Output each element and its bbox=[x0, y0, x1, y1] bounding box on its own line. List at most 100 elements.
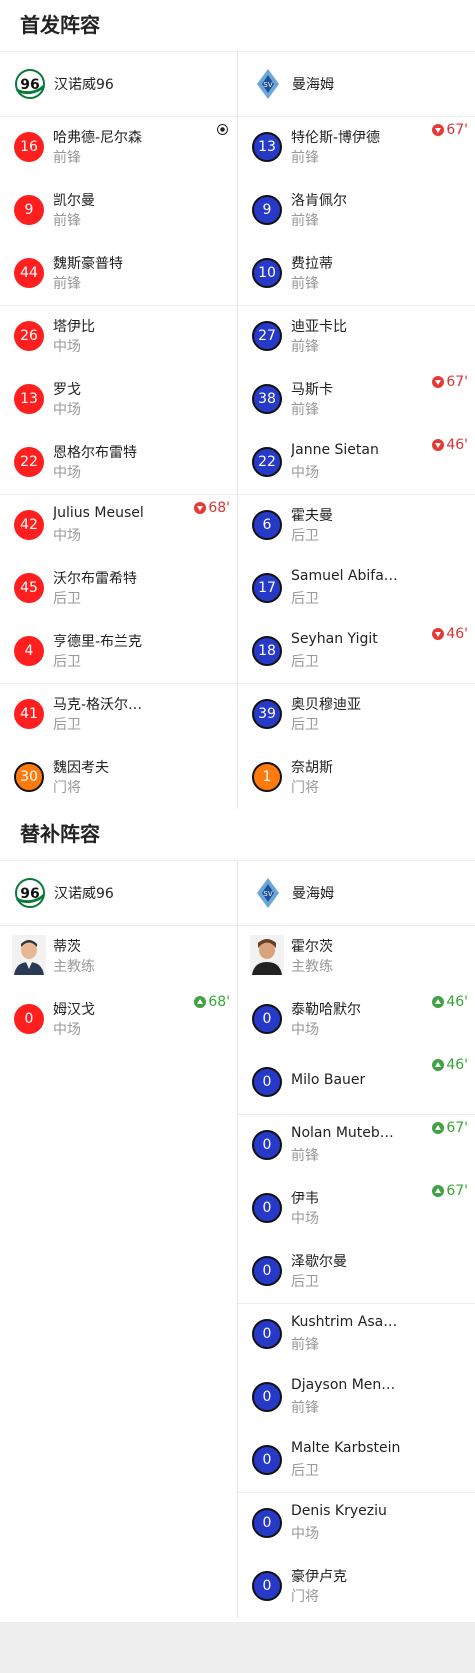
player-row[interactable]: 39 奥贝穆迪亚 后卫 bbox=[238, 683, 475, 746]
player-name: 迪亚卡比 bbox=[291, 319, 347, 335]
jersey-number: 13 bbox=[252, 132, 282, 162]
player-row[interactable]: 17 Samuel Abifade 后卫 bbox=[238, 557, 475, 620]
player-name: 奈胡斯 bbox=[291, 760, 333, 776]
jersey-number: 9 bbox=[252, 195, 282, 225]
player-row[interactable]: 4 亨德里-布兰克 后卫 bbox=[0, 620, 237, 683]
player-position: 后卫 bbox=[53, 654, 81, 670]
player-position: 后卫 bbox=[291, 591, 319, 607]
player-row[interactable]: 9 洛肯佩尔 前锋 bbox=[238, 179, 475, 242]
starting-lineup-title: 首发阵容 bbox=[0, 0, 475, 52]
player-row[interactable]: 38 马斯卡 前锋 67' bbox=[238, 368, 475, 431]
player-name: 哈弗德-尼尔森 bbox=[53, 130, 143, 146]
player-name: 凯尔曼 bbox=[53, 193, 95, 209]
sub-player-row[interactable]: 0 Denis Kryeziu 中场 bbox=[238, 1492, 475, 1555]
player-row[interactable]: 26 塔伊比 中场 bbox=[0, 305, 237, 368]
coach-avatar bbox=[12, 935, 46, 975]
coach-role: 主教练 bbox=[53, 959, 95, 975]
player-row[interactable]: 45 沃尔布雷希特 后卫 bbox=[0, 557, 237, 620]
sub-player-row[interactable]: 0 泽歇尔曼 后卫 bbox=[238, 1240, 475, 1303]
jersey-number: 0 bbox=[252, 1382, 282, 1412]
sub-player-row[interactable]: 0 Milo Bauer 46' bbox=[238, 1051, 475, 1114]
player-row[interactable]: 22 恩格尔布雷特 中场 bbox=[0, 431, 237, 494]
player-name: Seyhan Yigit bbox=[291, 631, 378, 647]
sub-in-arrow-icon bbox=[432, 1122, 445, 1134]
coach-name: 霍尔茨 bbox=[291, 939, 333, 955]
jersey-number: 0 bbox=[252, 1319, 282, 1349]
player-position: 中场 bbox=[291, 1022, 319, 1038]
sub-out-arrow-icon bbox=[194, 502, 207, 514]
home-team-header[interactable]: 96 汉诺威96 bbox=[0, 52, 237, 116]
player-name: 伊韦 bbox=[291, 1191, 319, 1207]
jersey-number: 0 bbox=[252, 1004, 282, 1034]
player-name: Julius Meusel bbox=[53, 505, 144, 521]
player-row[interactable]: 10 费拉蒂 前锋 bbox=[238, 242, 475, 305]
away-starting-column: SV 曼海姆 13 特伦斯-博伊德 前锋 67' 9 洛肯佩尔 前锋 10 费拉蒂 前锋 27 迪亚卡… bbox=[237, 52, 475, 809]
player-row[interactable]: 16 哈弗德-尼尔森 前锋 bbox=[0, 116, 237, 179]
player-row[interactable]: 42 Julius Meusel 中场 68' bbox=[0, 494, 237, 557]
player-position: 前锋 bbox=[53, 276, 81, 292]
sub-out-event: 46' bbox=[432, 437, 468, 453]
jersey-number: 18 bbox=[252, 636, 282, 666]
away-team-header-subs[interactable]: SV 曼海姆 bbox=[238, 861, 475, 925]
sub-player-row[interactable]: 0 Djayson Men… 前锋 bbox=[238, 1366, 475, 1429]
away-team-header[interactable]: SV 曼海姆 bbox=[238, 52, 475, 116]
home-coach-row[interactable]: 蒂茨 主教练 bbox=[0, 925, 237, 988]
sub-in-arrow-icon bbox=[194, 996, 207, 1008]
home-subs-column: 96 汉诺威96 蒂茨 主教练 0 姆汉戈 中场 68' bbox=[0, 861, 237, 1618]
sub-player-row[interactable]: 0 姆汉戈 中场 68' bbox=[0, 988, 237, 1051]
player-name: 泽歇尔曼 bbox=[291, 1254, 347, 1270]
player-row[interactable]: 27 迪亚卡比 前锋 bbox=[238, 305, 475, 368]
sub-out-arrow-icon bbox=[432, 628, 445, 640]
svg-text:96: 96 bbox=[20, 77, 39, 93]
jersey-number: 1 bbox=[252, 762, 282, 792]
home-starting-column: 96 汉诺威96 16 哈弗德-尼尔森 前锋 9 凯尔曼 前锋 44 魏斯豪普特 前锋 26 塔伊比… bbox=[0, 52, 237, 809]
sub-in-event: 68' bbox=[194, 994, 230, 1010]
player-row[interactable]: 13 罗戈 中场 bbox=[0, 368, 237, 431]
sub-player-row[interactable]: 0 豪伊卢克 门将 bbox=[238, 1555, 475, 1618]
player-row[interactable]: 9 凯尔曼 前锋 bbox=[0, 179, 237, 242]
player-position: 门将 bbox=[53, 780, 81, 796]
away-subs-column: SV 曼海姆 霍尔茨 主教练 0 泰勒哈默尔 中场 46' 0 Milo Bauer 46 bbox=[237, 861, 475, 1618]
player-row[interactable]: 1 奈胡斯 门将 bbox=[238, 746, 475, 809]
home-team-name-subs: 汉诺威96 bbox=[54, 886, 114, 902]
coach-role: 主教练 bbox=[291, 959, 333, 975]
player-position: 后卫 bbox=[53, 591, 81, 607]
jersey-number: 0 bbox=[252, 1445, 282, 1475]
lineup-page: 首发阵容 96 汉诺威96 16 哈弗德-尼尔森 前锋 9 凯尔曼 前锋 44 魏斯豪普特 前锋… bbox=[0, 0, 475, 1622]
player-name: 泰勒哈默尔 bbox=[291, 1002, 361, 1018]
player-position: 中场 bbox=[53, 528, 81, 544]
event-minute: 46' bbox=[446, 994, 468, 1010]
player-position: 前锋 bbox=[291, 276, 319, 292]
sub-player-row[interactable]: 0 Malte Karbstein 后卫 bbox=[238, 1429, 475, 1492]
player-name: 塔伊比 bbox=[53, 319, 95, 335]
player-position: 后卫 bbox=[291, 528, 319, 544]
sub-in-arrow-icon bbox=[432, 996, 445, 1008]
jersey-number: 44 bbox=[14, 258, 44, 288]
player-row[interactable]: 44 魏斯豪普特 前锋 bbox=[0, 242, 237, 305]
player-name: Malte Karbstein bbox=[291, 1440, 401, 1456]
player-position: 前锋 bbox=[291, 402, 319, 418]
player-row[interactable]: 41 马克-格沃尔… 后卫 bbox=[0, 683, 237, 746]
player-position: 前锋 bbox=[291, 1400, 319, 1416]
event-minute: 67' bbox=[446, 1120, 468, 1136]
away-coach-row[interactable]: 霍尔茨 主教练 bbox=[238, 925, 475, 988]
player-row[interactable]: 18 Seyhan Yigit 后卫 46' bbox=[238, 620, 475, 683]
home-team-header-subs[interactable]: 96 汉诺威96 bbox=[0, 861, 237, 925]
player-row[interactable]: 30 魏因考夫 门将 bbox=[0, 746, 237, 809]
sub-player-row[interactable]: 0 Nolan Muteba… 前锋 67' bbox=[238, 1114, 475, 1177]
sub-in-event: 67' bbox=[432, 1183, 468, 1199]
sub-player-row[interactable]: 0 Kushtrim Asal… 前锋 bbox=[238, 1303, 475, 1366]
sub-in-event: 46' bbox=[432, 1057, 468, 1073]
sub-player-row[interactable]: 0 泰勒哈默尔中场 46' bbox=[238, 988, 475, 1051]
player-position: 前锋 bbox=[291, 213, 319, 229]
player-name: 马克-格沃尔… bbox=[53, 697, 143, 713]
player-row[interactable]: 13 特伦斯-博伊德 前锋 67' bbox=[238, 116, 475, 179]
player-row[interactable]: 6 霍夫曼 后卫 bbox=[238, 494, 475, 557]
event-minute: 68' bbox=[208, 994, 230, 1010]
sub-player-row[interactable]: 0 伊韦 中场 67' bbox=[238, 1177, 475, 1240]
player-position: 后卫 bbox=[291, 1463, 319, 1479]
player-row[interactable]: 22 Janne Sietan 中场 46' bbox=[238, 431, 475, 494]
waldhof-mannheim-logo-icon: SV bbox=[252, 68, 284, 100]
player-name: 奥贝穆迪亚 bbox=[291, 697, 361, 713]
player-name: 亨德里-布兰克 bbox=[53, 634, 143, 650]
